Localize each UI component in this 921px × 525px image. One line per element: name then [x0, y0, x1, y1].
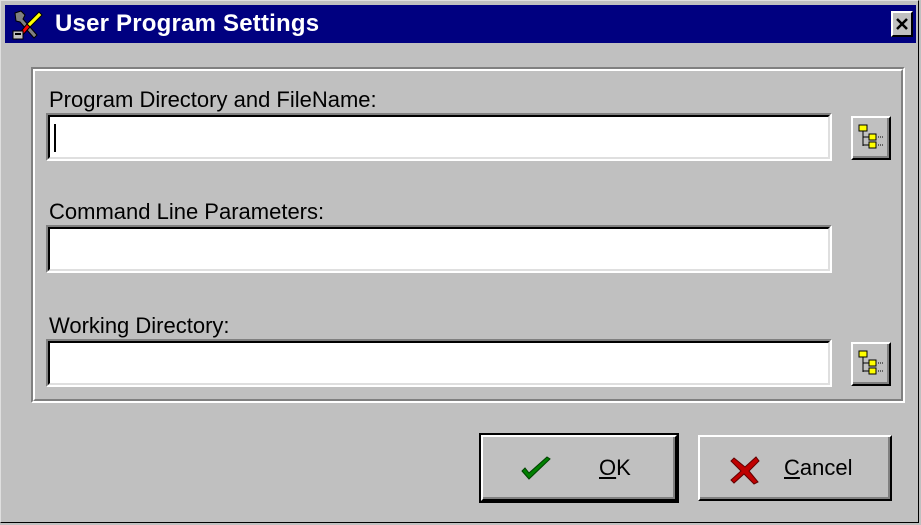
title-bar[interactable]: User Program Settings	[5, 5, 916, 43]
cancel-button[interactable]: Cancel	[698, 435, 892, 501]
x-icon	[730, 456, 760, 485]
program-path-input[interactable]	[52, 119, 828, 155]
program-browse-button[interactable]	[851, 116, 891, 160]
working-dir-browse-button[interactable]	[851, 342, 891, 386]
close-icon	[896, 18, 908, 30]
dialog-window: User Program Settings Program Directory …	[0, 0, 919, 523]
window-title: User Program Settings	[55, 10, 320, 37]
program-path-label: Program Directory and FileName:	[49, 87, 377, 112]
folder-tree-icon	[858, 124, 883, 149]
working-dir-label: Working Directory:	[49, 313, 230, 338]
command-params-field[interactable]	[46, 225, 832, 273]
ok-button[interactable]: OK	[479, 433, 679, 503]
working-dir-field[interactable]	[46, 339, 832, 387]
working-dir-input[interactable]	[52, 345, 828, 381]
ok-label: OK	[599, 455, 631, 480]
command-params-input[interactable]	[52, 231, 828, 267]
tools-icon	[11, 9, 45, 41]
folder-tree-icon	[858, 350, 883, 375]
text-caret	[54, 124, 56, 152]
cancel-label: Cancel	[784, 455, 853, 480]
program-path-field[interactable]	[46, 113, 832, 161]
close-button[interactable]	[891, 11, 913, 37]
command-params-label: Command Line Parameters:	[49, 199, 325, 224]
checkmark-icon	[521, 456, 551, 480]
